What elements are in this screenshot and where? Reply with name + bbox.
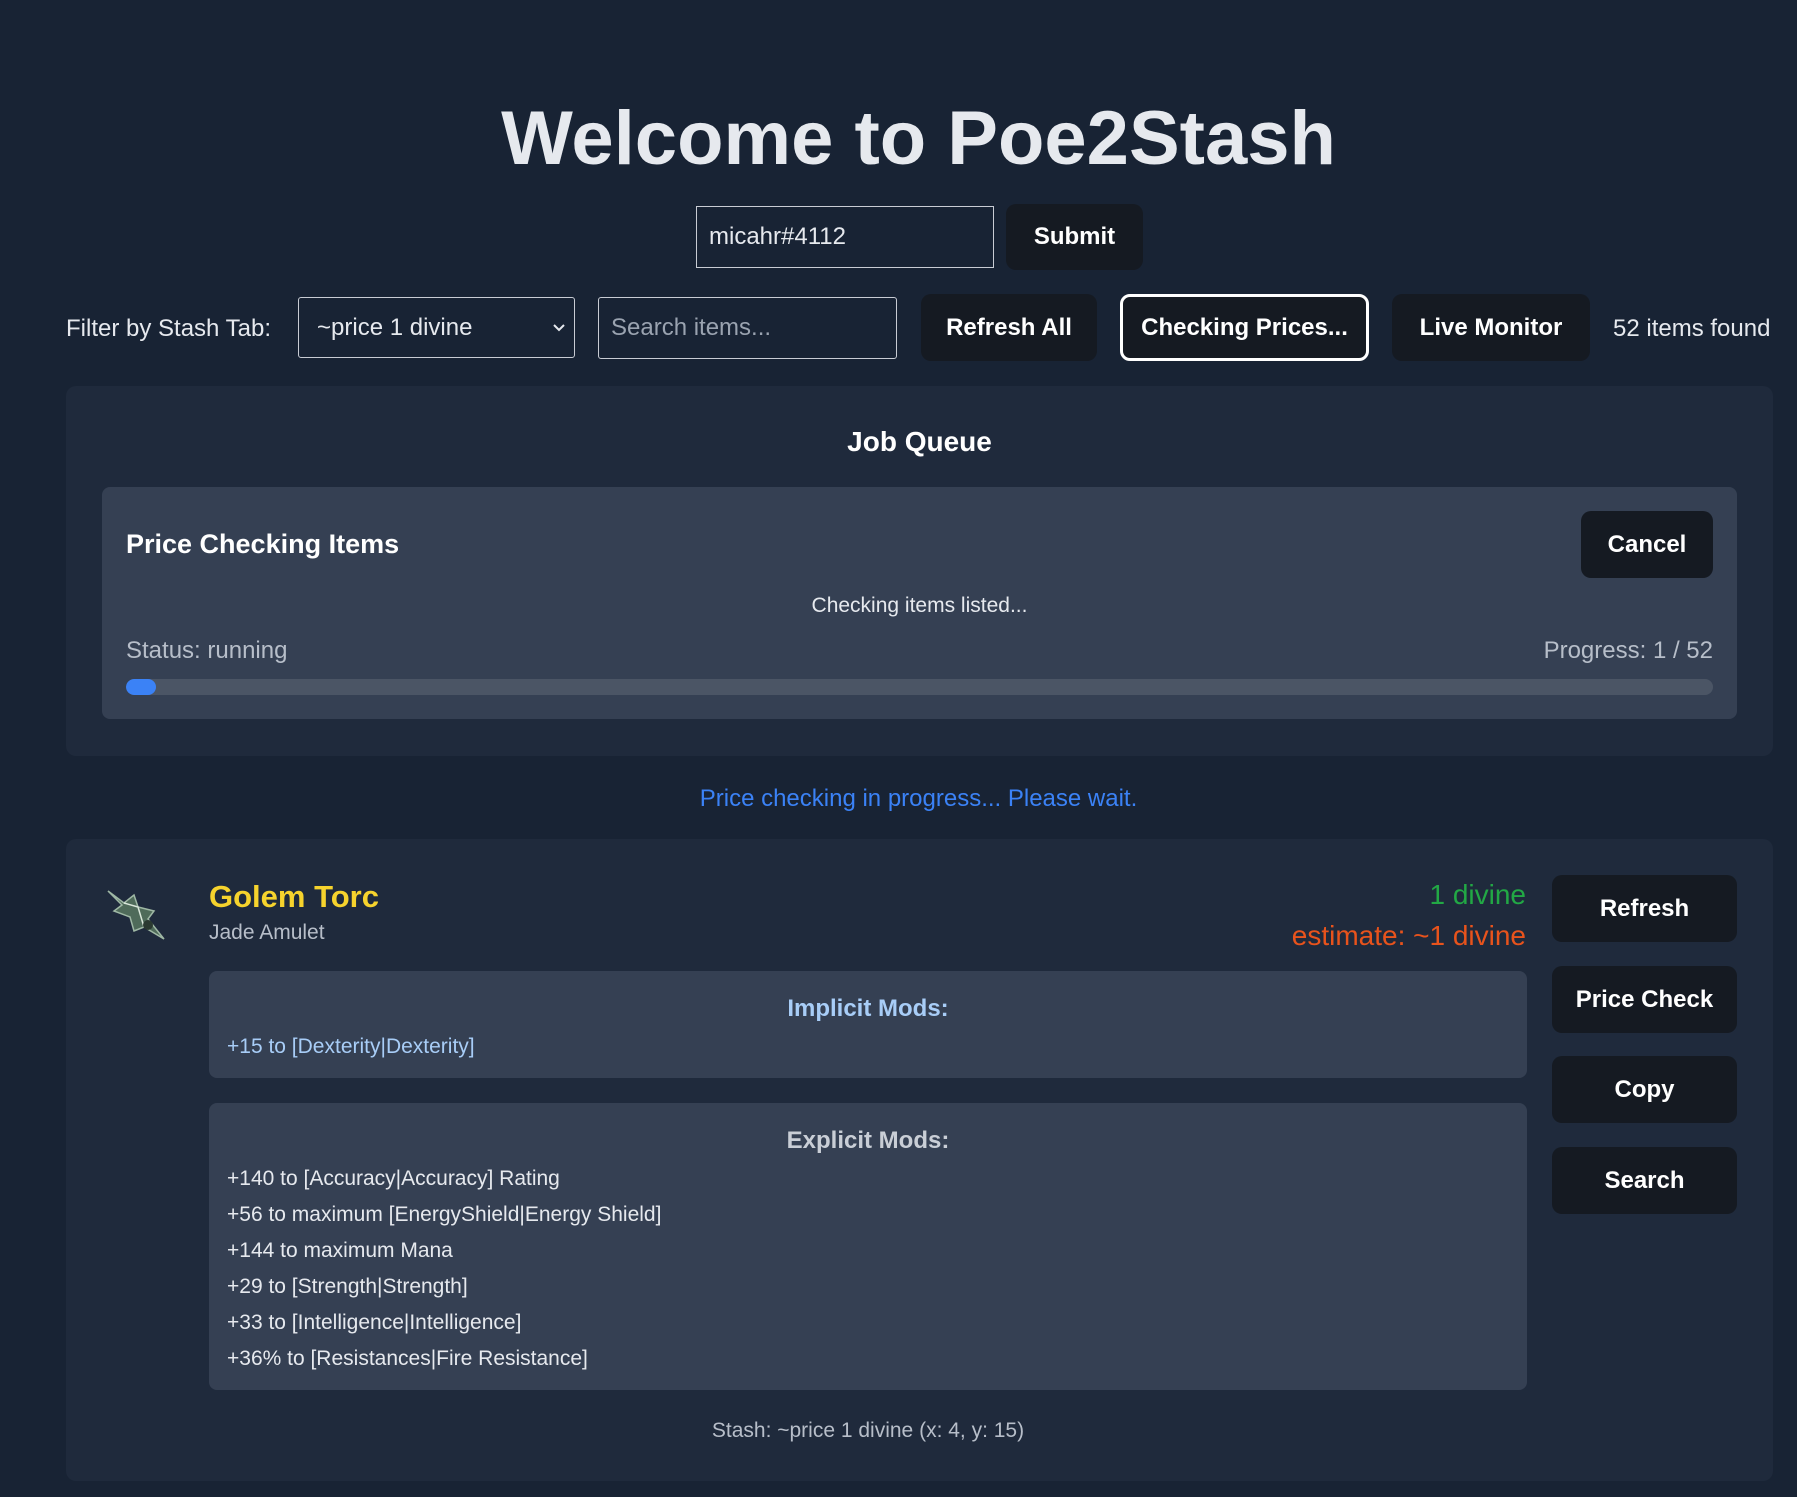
item-price: 1 divine — [1429, 879, 1526, 910]
cancel-button[interactable]: Cancel — [1581, 511, 1713, 578]
filter-label: Filter by Stash Tab: — [66, 315, 271, 342]
stash-tab-selected: ~price 1 divine — [317, 313, 473, 341]
item-price-estimate: estimate: ~1 divine — [1291, 920, 1526, 951]
price-check-button[interactable]: Price Check — [1552, 966, 1737, 1033]
job-progress-text: Progress: 1 / 52 — [1543, 637, 1713, 664]
job-queue-panel: Job Queue Price Checking Items Cancel Ch… — [66, 386, 1773, 756]
jade-amulet-icon — [107, 890, 165, 940]
explicit-mod: +29 to [Strength|Strength] — [227, 1275, 468, 1298]
checking-prices-button[interactable]: Checking Prices... — [1120, 294, 1369, 361]
explicit-mod: +36% to [Resistances|Fire Resistance] — [227, 1347, 588, 1370]
copy-button[interactable]: Copy — [1552, 1056, 1737, 1123]
explicit-mod: +33 to [Intelligence|Intelligence] — [227, 1311, 522, 1334]
explicit-mods-section: Explicit Mods: +140 to [Accuracy|Accurac… — [209, 1103, 1527, 1390]
item-refresh-button[interactable]: Refresh — [1552, 875, 1737, 942]
search-placeholder: Search items... — [611, 314, 772, 341]
items-found-count: 52 items found — [1613, 315, 1771, 342]
explicit-mod: +144 to maximum Mana — [227, 1239, 453, 1262]
explicit-mod: +140 to [Accuracy|Accuracy] Rating — [227, 1167, 560, 1190]
job-message: Checking items listed... — [811, 594, 1028, 617]
item-base-type: Jade Amulet — [209, 921, 325, 944]
stash-location: Stash: ~price 1 divine (x: 4, y: 15) — [711, 1419, 1025, 1442]
progress-bar-fill — [126, 679, 157, 695]
search-input[interactable]: Search items... — [598, 297, 897, 359]
page-title: Welcome to Poe2Stash — [501, 96, 1336, 181]
explicit-mods-title: Explicit Mods: — [786, 1127, 950, 1154]
search-button[interactable]: Search — [1552, 1147, 1737, 1214]
item-card: Golem Torc Jade Amulet 1 divine estimate… — [66, 839, 1773, 1481]
item-name: Golem Torc — [209, 879, 379, 914]
explicit-mod: +56 to maximum [EnergyShield|Energy Shie… — [227, 1203, 662, 1226]
refresh-all-button[interactable]: Refresh All — [921, 294, 1097, 361]
job-status: Status: running — [126, 637, 288, 664]
progress-bar — [126, 679, 1713, 695]
account-input[interactable]: micahr#4112 — [696, 206, 994, 268]
job-card: Price Checking Items Cancel Checking ite… — [102, 487, 1737, 719]
job-queue-title: Job Queue — [847, 426, 992, 457]
stash-tab-select[interactable]: ~price 1 divine — [298, 297, 575, 358]
implicit-mod: +15 to [Dexterity|Dexterity] — [227, 1035, 475, 1058]
submit-button[interactable]: Submit — [1006, 204, 1143, 270]
implicit-mods-title: Implicit Mods: — [787, 995, 949, 1022]
account-input-value: micahr#4112 — [709, 223, 846, 250]
implicit-mods-section: Implicit Mods: +15 to [Dexterity|Dexteri… — [209, 971, 1527, 1078]
price-check-notice: Price checking in progress... Please wai… — [699, 785, 1138, 812]
live-monitor-button[interactable]: Live Monitor — [1392, 294, 1590, 361]
chevron-down-icon — [553, 323, 565, 331]
job-title: Price Checking Items — [126, 529, 400, 559]
